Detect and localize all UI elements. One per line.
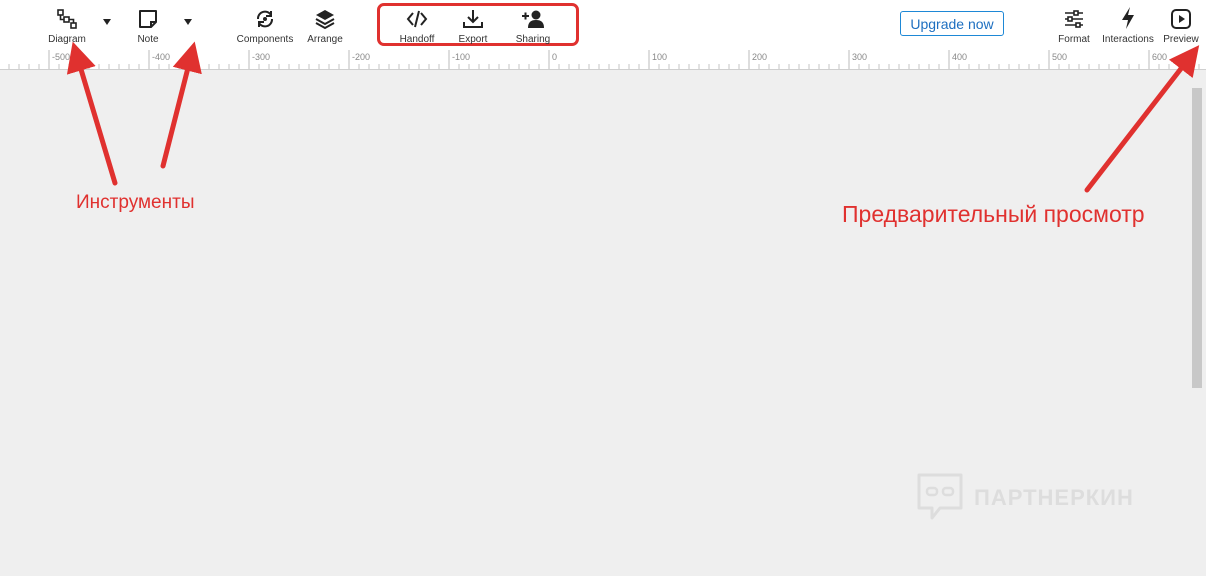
- format-label: Format: [1058, 34, 1090, 45]
- components-label: Components: [236, 34, 294, 45]
- watermark: ПАРТНЕРКИН: [916, 472, 1134, 524]
- sharing-button[interactable]: Sharing: [512, 0, 554, 50]
- watermark-text: ПАРТНЕРКИН: [974, 485, 1134, 510]
- watermark-logo-icon: [917, 473, 963, 520]
- diagram-dropdown-caret-icon[interactable]: [103, 19, 111, 25]
- ruler-tick-label: -100: [452, 52, 470, 62]
- code-icon: [406, 0, 428, 30]
- ruler-tick-label: -400: [152, 52, 170, 62]
- preview-label: Preview: [1163, 34, 1199, 45]
- note-icon: [137, 0, 159, 30]
- arrange-button[interactable]: Arrange: [305, 0, 345, 50]
- note-dropdown-caret-icon[interactable]: [184, 19, 192, 25]
- arrange-label: Arrange: [307, 34, 343, 45]
- interactions-label: Interactions: [1102, 34, 1154, 45]
- ruler-tick-label: -200: [352, 52, 370, 62]
- preview-button[interactable]: Preview: [1162, 0, 1200, 50]
- note-button[interactable]: Note: [130, 0, 166, 50]
- sharing-label: Sharing: [515, 34, 551, 45]
- ruler-tick-label: 0: [552, 52, 557, 62]
- components-button[interactable]: Components: [236, 0, 294, 50]
- interactions-button[interactable]: Interactions: [1100, 0, 1156, 50]
- ruler-tick-label: 100: [652, 52, 667, 62]
- note-label: Note: [137, 34, 159, 45]
- download-icon: [462, 0, 484, 30]
- diagram-button[interactable]: Diagram: [44, 0, 90, 50]
- components-icon: [254, 0, 276, 30]
- preview-annotation: Предварительный просмотр: [842, 201, 1145, 227]
- ruler-tick-label: 300: [852, 52, 867, 62]
- play-icon: [1170, 0, 1192, 30]
- handoff-button[interactable]: Handoff: [397, 0, 437, 50]
- diagram-label: Diagram: [48, 34, 86, 45]
- export-label: Export: [458, 34, 488, 45]
- upgrade-now-button[interactable]: Upgrade now: [900, 11, 1004, 36]
- ruler-ticks: -500 -400 -300 -200 -100 0 100 200 300 400 500 600: [8, 50, 1200, 69]
- ruler-tick-label: 200: [752, 52, 767, 62]
- ruler-tick-label: -500: [52, 52, 70, 62]
- ruler-tick-label: -300: [252, 52, 270, 62]
- add-user-icon: [521, 0, 545, 30]
- sliders-icon: [1063, 0, 1085, 30]
- handoff-label: Handoff: [399, 34, 435, 45]
- layers-icon: [314, 0, 336, 30]
- ruler-tick-label: 600: [1152, 52, 1167, 62]
- tools-annotation: Инструменты: [76, 192, 195, 213]
- ruler-tick-label: 500: [1052, 52, 1067, 62]
- diagram-icon: [56, 0, 78, 30]
- format-button[interactable]: Format: [1056, 0, 1092, 50]
- horizontal-ruler: -500 -400 -300 -200 -100 0 100 200 300 400 500 600: [0, 50, 1206, 70]
- top-toolbar: Diagram Note Components Arrange Handoff …: [0, 0, 1206, 51]
- export-button[interactable]: Export: [455, 0, 491, 50]
- ruler-tick-label: 400: [952, 52, 967, 62]
- vertical-scrollbar[interactable]: [1192, 88, 1202, 388]
- lightning-icon: [1117, 0, 1139, 30]
